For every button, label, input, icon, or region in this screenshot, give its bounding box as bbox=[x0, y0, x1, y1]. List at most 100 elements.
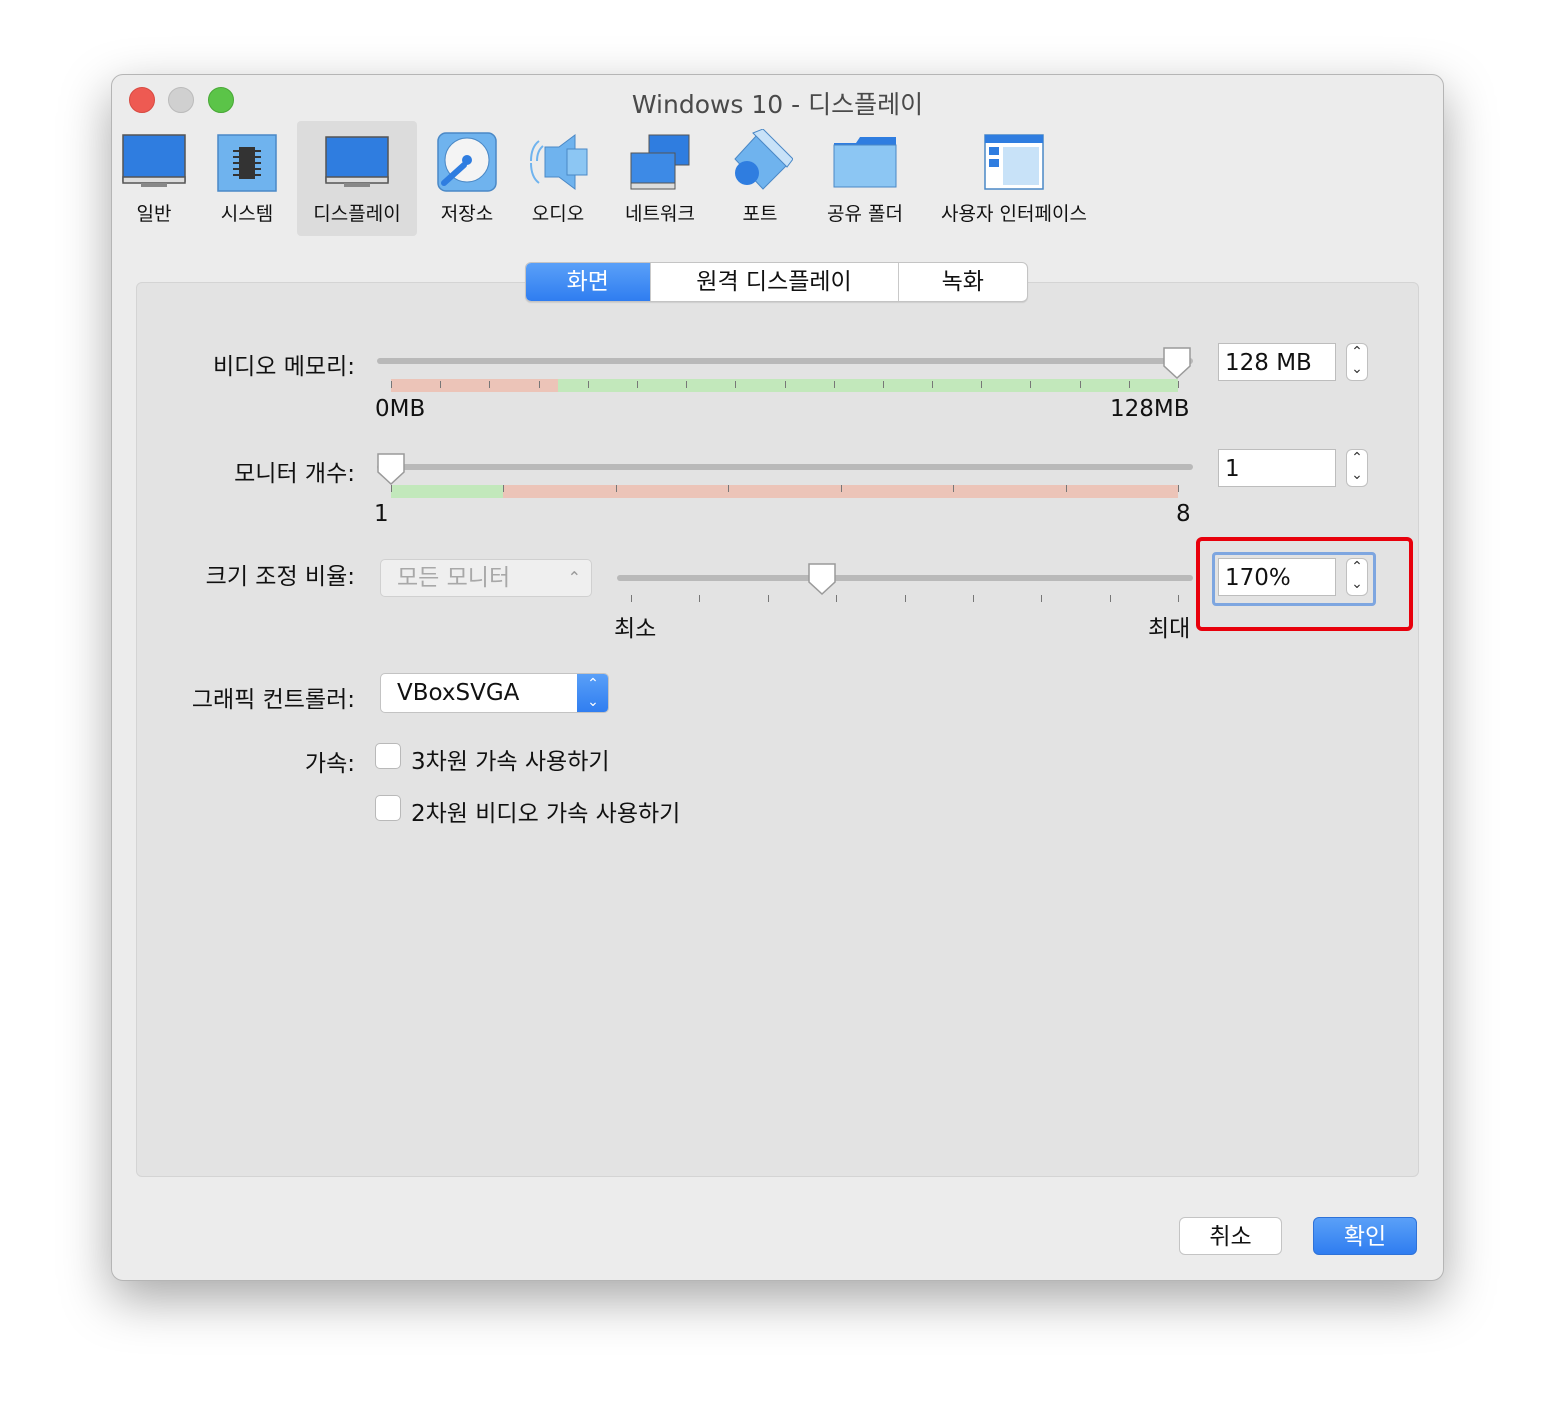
video-memory-tick bbox=[981, 381, 983, 388]
video-memory-label: 비디오 메모리: bbox=[212, 354, 355, 380]
scale-factor-max-label: 최대 bbox=[1148, 616, 1191, 642]
shared-folder-icon bbox=[833, 137, 897, 188]
toolbar-label-storage: 저장소 bbox=[440, 203, 494, 225]
video-memory-ok-zone bbox=[558, 379, 1178, 392]
enable-2d-video-acceleration-checkbox[interactable] bbox=[375, 795, 401, 821]
video-memory-tick bbox=[489, 381, 491, 388]
monitor-count-ok-zone bbox=[391, 485, 503, 498]
monitor-count-tick bbox=[391, 485, 392, 492]
settings-window: Windows 10 - 디스플레이 일반 시스템 디스플레이 저장소 오디오 … bbox=[111, 74, 1444, 1281]
display-monitor-icon bbox=[325, 136, 389, 187]
video-memory-input[interactable]: 128 MB bbox=[1218, 343, 1336, 381]
tab-remote-display[interactable]: 원격 디스플레이 bbox=[651, 263, 899, 301]
window-title: Windows 10 - 디스플레이 bbox=[631, 90, 924, 119]
video-memory-tick bbox=[784, 381, 786, 388]
video-memory-tick bbox=[587, 381, 589, 388]
general-monitor-icon bbox=[122, 134, 186, 187]
video-memory-tick bbox=[391, 381, 392, 388]
video-memory-tick bbox=[833, 381, 835, 388]
monitor-count-tick bbox=[503, 485, 505, 492]
display-settings-panel bbox=[136, 282, 1419, 1177]
video-memory-tick bbox=[636, 381, 638, 388]
scale-factor-slider-thumb[interactable] bbox=[807, 562, 837, 596]
video-memory-stepper[interactable]: ⌃ ⌄ bbox=[1346, 343, 1368, 381]
video-memory-tick bbox=[1128, 381, 1130, 388]
monitor-count-tick bbox=[953, 485, 955, 492]
monitor-count-slider-thumb[interactable] bbox=[376, 452, 406, 486]
toolbar-label-general: 일반 bbox=[136, 203, 172, 225]
video-memory-slider-track[interactable] bbox=[377, 358, 1193, 364]
monitor-count-max-label: 8 bbox=[1176, 501, 1191, 527]
toolbar-label-ports: 포트 bbox=[742, 203, 778, 225]
video-memory-tick bbox=[686, 381, 688, 388]
toolbar-item-shared-folders[interactable]: 공유 폴더 bbox=[820, 121, 910, 236]
video-memory-low-zone bbox=[391, 379, 558, 392]
toolbar-item-ports[interactable]: 포트 bbox=[724, 121, 796, 236]
chevron-updown-icon: ⌃ ⌄ bbox=[577, 674, 608, 712]
acceleration-label: 가속: bbox=[304, 751, 355, 777]
chevron-updown-icon: ⌃ bbox=[567, 568, 581, 587]
tab-screen[interactable]: 화면 bbox=[526, 263, 651, 301]
scale-factor-tick bbox=[972, 595, 974, 602]
toolbar-label-network: 네트워크 bbox=[625, 203, 695, 225]
toolbar-label-shared-folders: 공유 폴더 bbox=[827, 203, 903, 225]
monitor-count-tick bbox=[1065, 485, 1067, 492]
monitor-count-slider-track[interactable] bbox=[377, 464, 1193, 470]
monitor-count-input[interactable]: 1 bbox=[1218, 449, 1336, 487]
scale-factor-tick bbox=[1041, 595, 1043, 602]
network-icon bbox=[630, 134, 690, 190]
graphics-controller-select[interactable]: VBoxSVGA ⌃ ⌄ bbox=[380, 673, 609, 713]
enable-3d-acceleration-label[interactable]: 3차원 가속 사용하기 bbox=[411, 742, 610, 776]
monitor-count-min-label: 1 bbox=[374, 501, 389, 527]
video-memory-max-label: 128MB bbox=[1110, 396, 1190, 422]
enable-2d-video-acceleration-label[interactable]: 2차원 비디오 가속 사용하기 bbox=[411, 794, 680, 828]
video-memory-tick bbox=[882, 381, 884, 388]
toolbar-item-general[interactable]: 일반 bbox=[120, 121, 188, 236]
scale-factor-tick bbox=[1109, 595, 1111, 602]
scale-factor-slider-track[interactable] bbox=[617, 575, 1193, 581]
toolbar-item-storage[interactable]: 저장소 bbox=[434, 121, 500, 236]
display-tabs: 화면 원격 디스플레이 녹화 bbox=[525, 262, 1028, 302]
storage-disk-icon bbox=[437, 132, 497, 192]
monitor-count-stepper[interactable]: ⌃ ⌄ bbox=[1346, 449, 1368, 487]
scale-factor-tick bbox=[904, 595, 906, 602]
video-memory-tick bbox=[1178, 381, 1179, 388]
scale-factor-tick bbox=[1178, 595, 1179, 602]
monitor-count-label: 모니터 개수: bbox=[234, 461, 355, 487]
monitor-count-tick bbox=[615, 485, 617, 492]
video-memory-tick bbox=[1030, 381, 1032, 388]
video-memory-slider-thumb[interactable] bbox=[1162, 346, 1192, 380]
monitor-count-tick bbox=[840, 485, 842, 492]
scale-factor-label: 크기 조정 비율: bbox=[205, 564, 355, 590]
ok-button[interactable]: 확인 bbox=[1313, 1217, 1417, 1255]
title-bar: Windows 10 - 디스플레이 bbox=[112, 75, 1443, 123]
video-memory-min-label: 0MB bbox=[375, 396, 426, 422]
tab-recording[interactable]: 녹화 bbox=[899, 263, 1027, 301]
toolbar-item-display[interactable]: 디스플레이 bbox=[297, 121, 417, 236]
monitor-count-tick bbox=[728, 485, 730, 492]
scale-factor-tick bbox=[836, 595, 838, 602]
audio-speaker-icon bbox=[530, 134, 588, 190]
toolbar-label-system: 시스템 bbox=[220, 203, 274, 225]
system-chip-icon bbox=[217, 134, 277, 192]
video-memory-tick bbox=[1079, 381, 1081, 388]
port-plug-icon bbox=[734, 129, 793, 190]
toolbar-item-user-interface[interactable]: 사용자 인터페이스 bbox=[934, 121, 1094, 236]
scale-factor-highlight-box bbox=[1196, 537, 1413, 631]
monitor-count-tick bbox=[1178, 485, 1179, 492]
toolbar-item-system[interactable]: 시스템 bbox=[212, 121, 282, 236]
scale-factor-tick bbox=[631, 595, 632, 602]
toolbar-label-display: 디스플레이 bbox=[313, 203, 401, 225]
cancel-button[interactable]: 취소 bbox=[1179, 1217, 1282, 1255]
toolbar-item-network[interactable]: 네트워크 bbox=[620, 121, 700, 236]
toolbar-item-audio[interactable]: 오디오 bbox=[525, 121, 591, 236]
scale-factor-min-label: 최소 bbox=[614, 616, 657, 642]
video-memory-tick bbox=[932, 381, 934, 388]
video-memory-tick bbox=[440, 381, 442, 388]
user-interface-icon bbox=[984, 134, 1044, 190]
toolbar-label-user-interface: 사용자 인터페이스 bbox=[941, 203, 1087, 225]
scale-monitor-select: 모든 모니터 ⌃ bbox=[380, 559, 592, 597]
enable-3d-acceleration-checkbox[interactable] bbox=[375, 743, 401, 769]
video-memory-tick bbox=[538, 381, 540, 388]
scale-factor-tick bbox=[699, 595, 701, 602]
